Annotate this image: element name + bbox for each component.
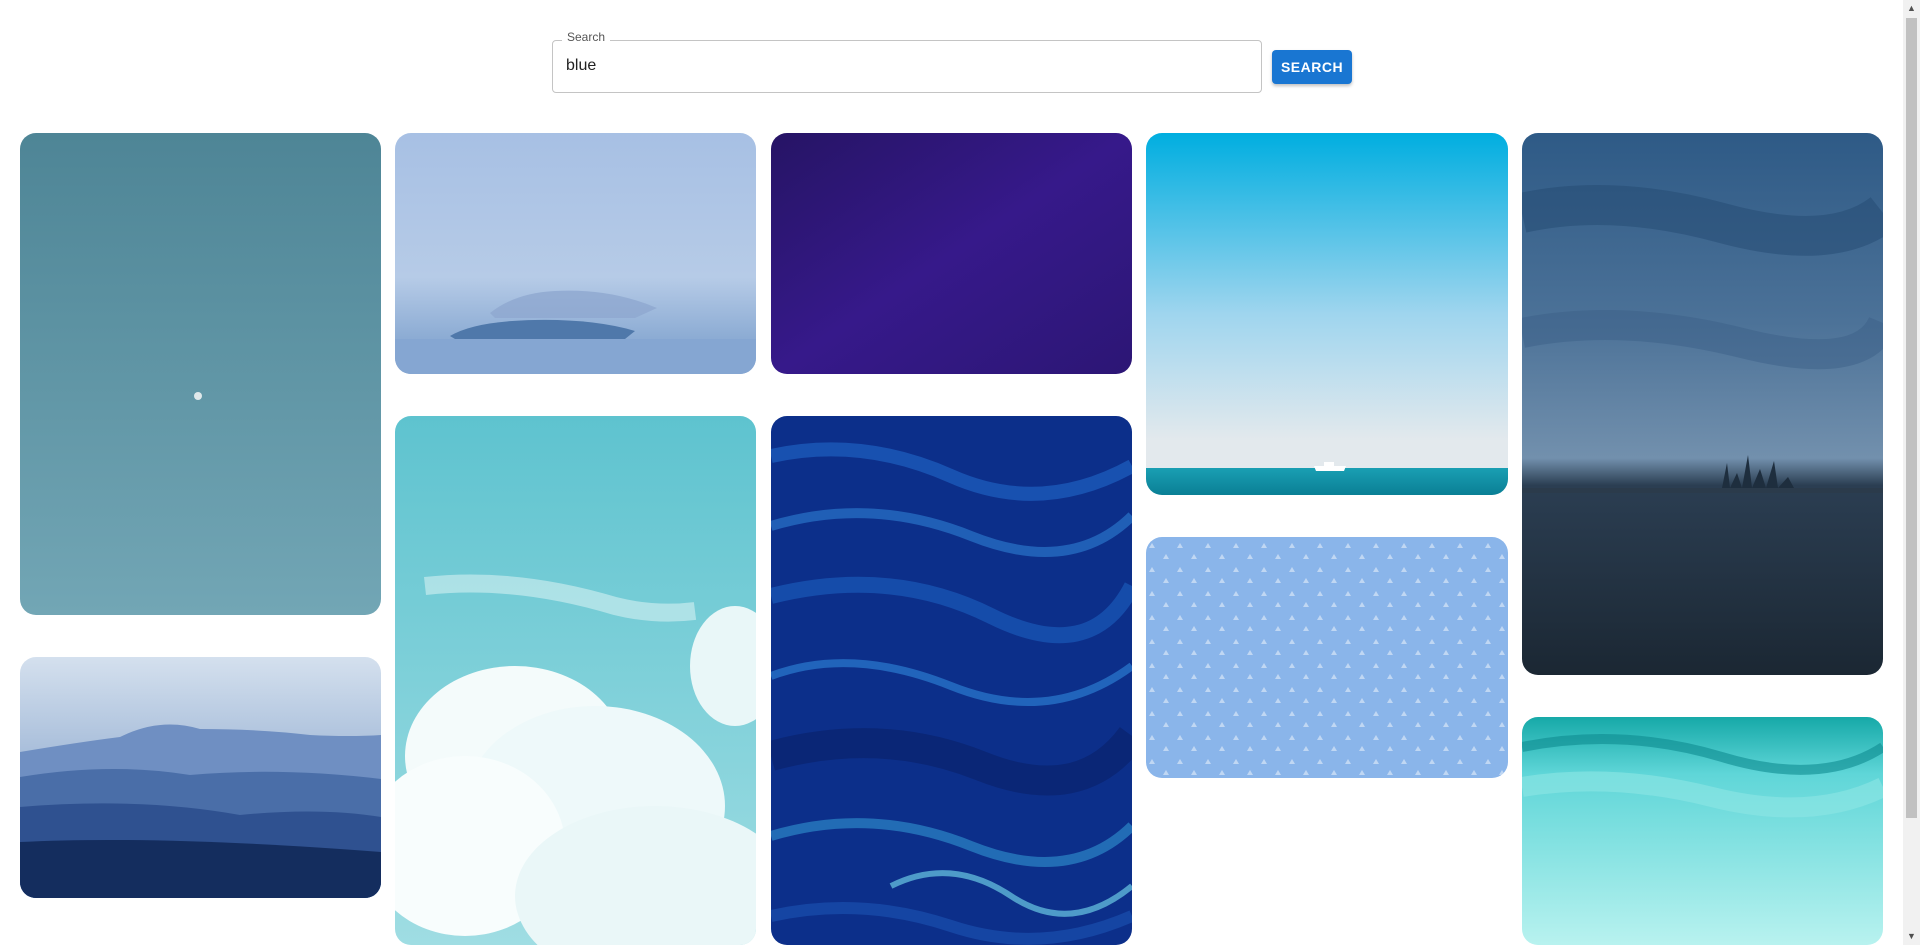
image-tile-islands[interactable]	[395, 133, 756, 374]
fluid-art-image	[771, 416, 1132, 945]
image-tile-teal-sky[interactable]	[20, 133, 381, 615]
mountains-image	[20, 657, 381, 898]
teal-sky-image	[20, 133, 381, 615]
image-tile-purple-fabric[interactable]	[771, 133, 1132, 374]
image-tile-sea-boat[interactable]	[1146, 133, 1508, 495]
islands-image	[395, 133, 756, 374]
image-tile-fluid-art[interactable]	[771, 416, 1132, 945]
watercolor-image	[1522, 717, 1883, 945]
patterned-fabric-image	[1146, 537, 1508, 778]
image-tile-watercolor[interactable]	[1522, 717, 1883, 945]
scroll-up-arrow-icon[interactable]: ▲	[1903, 0, 1920, 17]
search-label: Search	[562, 29, 611, 45]
sea-boat-image	[1146, 133, 1508, 495]
image-tile-clouds[interactable]	[395, 416, 756, 945]
scroll-thumb[interactable]	[1906, 18, 1917, 818]
page-scrollbar[interactable]: ▲ ▼	[1903, 0, 1920, 945]
search-button[interactable]: SEARCH	[1272, 50, 1352, 84]
image-tile-mountains[interactable]	[20, 657, 381, 898]
clouds-image	[395, 416, 756, 945]
image-tile-city-storm[interactable]	[1522, 133, 1883, 675]
search-input[interactable]	[566, 55, 1226, 77]
purple-fabric-image	[771, 133, 1132, 374]
image-tile-patterned-fabric[interactable]	[1146, 537, 1508, 778]
city-storm-image	[1522, 133, 1883, 675]
search-box: Search	[552, 29, 1262, 93]
scroll-down-arrow-icon[interactable]: ▼	[1903, 928, 1920, 945]
